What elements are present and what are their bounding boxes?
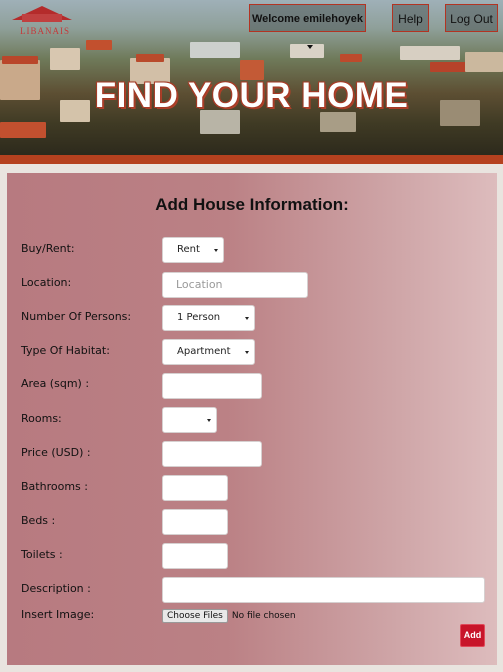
hero-banner: LIBANAIS Welcome emilehoyek Help Log Out…	[0, 0, 503, 155]
dropdown-arrow-icon	[207, 419, 211, 422]
add-button[interactable]: Add	[460, 624, 485, 647]
hero-roof	[136, 54, 164, 62]
rooms-select[interactable]	[162, 407, 217, 433]
description-input[interactable]	[162, 577, 485, 603]
bathrooms-label: Bathrooms :	[21, 480, 88, 493]
site-logo[interactable]: LIBANAIS	[4, 2, 86, 40]
bathrooms-input[interactable]	[162, 475, 228, 501]
persons-select[interactable]: 1 Person	[162, 305, 255, 331]
dropdown-arrow-icon	[245, 351, 249, 354]
image-file-input: Choose Files No file chosen	[162, 609, 296, 623]
logo-roof-bar	[22, 14, 62, 22]
logout-button[interactable]: Log Out	[445, 4, 498, 32]
form-title: Add House Information:	[155, 195, 349, 214]
buy-rent-select[interactable]: Rent	[162, 237, 224, 263]
image-label: Insert Image:	[21, 608, 95, 621]
file-status: No file chosen	[231, 611, 296, 621]
toilets-label: Toilets :	[21, 548, 63, 561]
hero-roof	[340, 54, 362, 62]
area-input[interactable]	[162, 373, 262, 399]
hero-building	[465, 52, 503, 72]
add-house-form: Add House Information: Buy/Rent: Rent Lo…	[7, 173, 497, 665]
help-button[interactable]: Help	[392, 4, 429, 32]
hero-roof	[0, 122, 46, 138]
caret-down-icon	[307, 45, 313, 50]
price-input[interactable]	[162, 441, 262, 467]
habitat-select[interactable]: Apartment	[162, 339, 255, 365]
logo-text: LIBANAIS	[20, 26, 70, 36]
area-label: Area (sqm) :	[21, 377, 90, 390]
hero-roof	[2, 56, 38, 64]
persons-label: Number Of Persons:	[21, 310, 132, 323]
dropdown-arrow-icon	[214, 249, 218, 252]
habitat-value: Apartment	[177, 346, 231, 357]
location-label: Location:	[21, 276, 72, 289]
user-menu-dropdown[interactable]: Welcome emilehoyek	[249, 4, 366, 50]
hero-building	[50, 48, 80, 70]
buy-rent-label: Buy/Rent:	[21, 242, 75, 255]
rooms-label: Rooms:	[21, 412, 62, 425]
habitat-label: Type Of Habitat:	[21, 344, 110, 357]
persons-value: 1 Person	[177, 312, 221, 323]
location-input[interactable]: Location	[162, 272, 308, 298]
price-label: Price (USD) :	[21, 446, 91, 459]
choose-files-button[interactable]: Choose Files	[162, 609, 228, 623]
hero-roof	[430, 62, 468, 72]
dropdown-arrow-icon	[245, 317, 249, 320]
buy-rent-value: Rent	[177, 244, 200, 255]
toilets-input[interactable]	[162, 543, 228, 569]
hero-title: FIND YOUR HOME	[94, 76, 409, 115]
hero-building	[400, 46, 460, 60]
hero-building	[190, 42, 240, 58]
beds-label: Beds :	[21, 514, 56, 527]
description-label: Description :	[21, 582, 91, 595]
user-menu-label: Welcome emilehoyek	[251, 13, 364, 25]
hero-accent-bar	[0, 155, 503, 164]
hero-roof	[86, 40, 112, 50]
beds-input[interactable]	[162, 509, 228, 535]
